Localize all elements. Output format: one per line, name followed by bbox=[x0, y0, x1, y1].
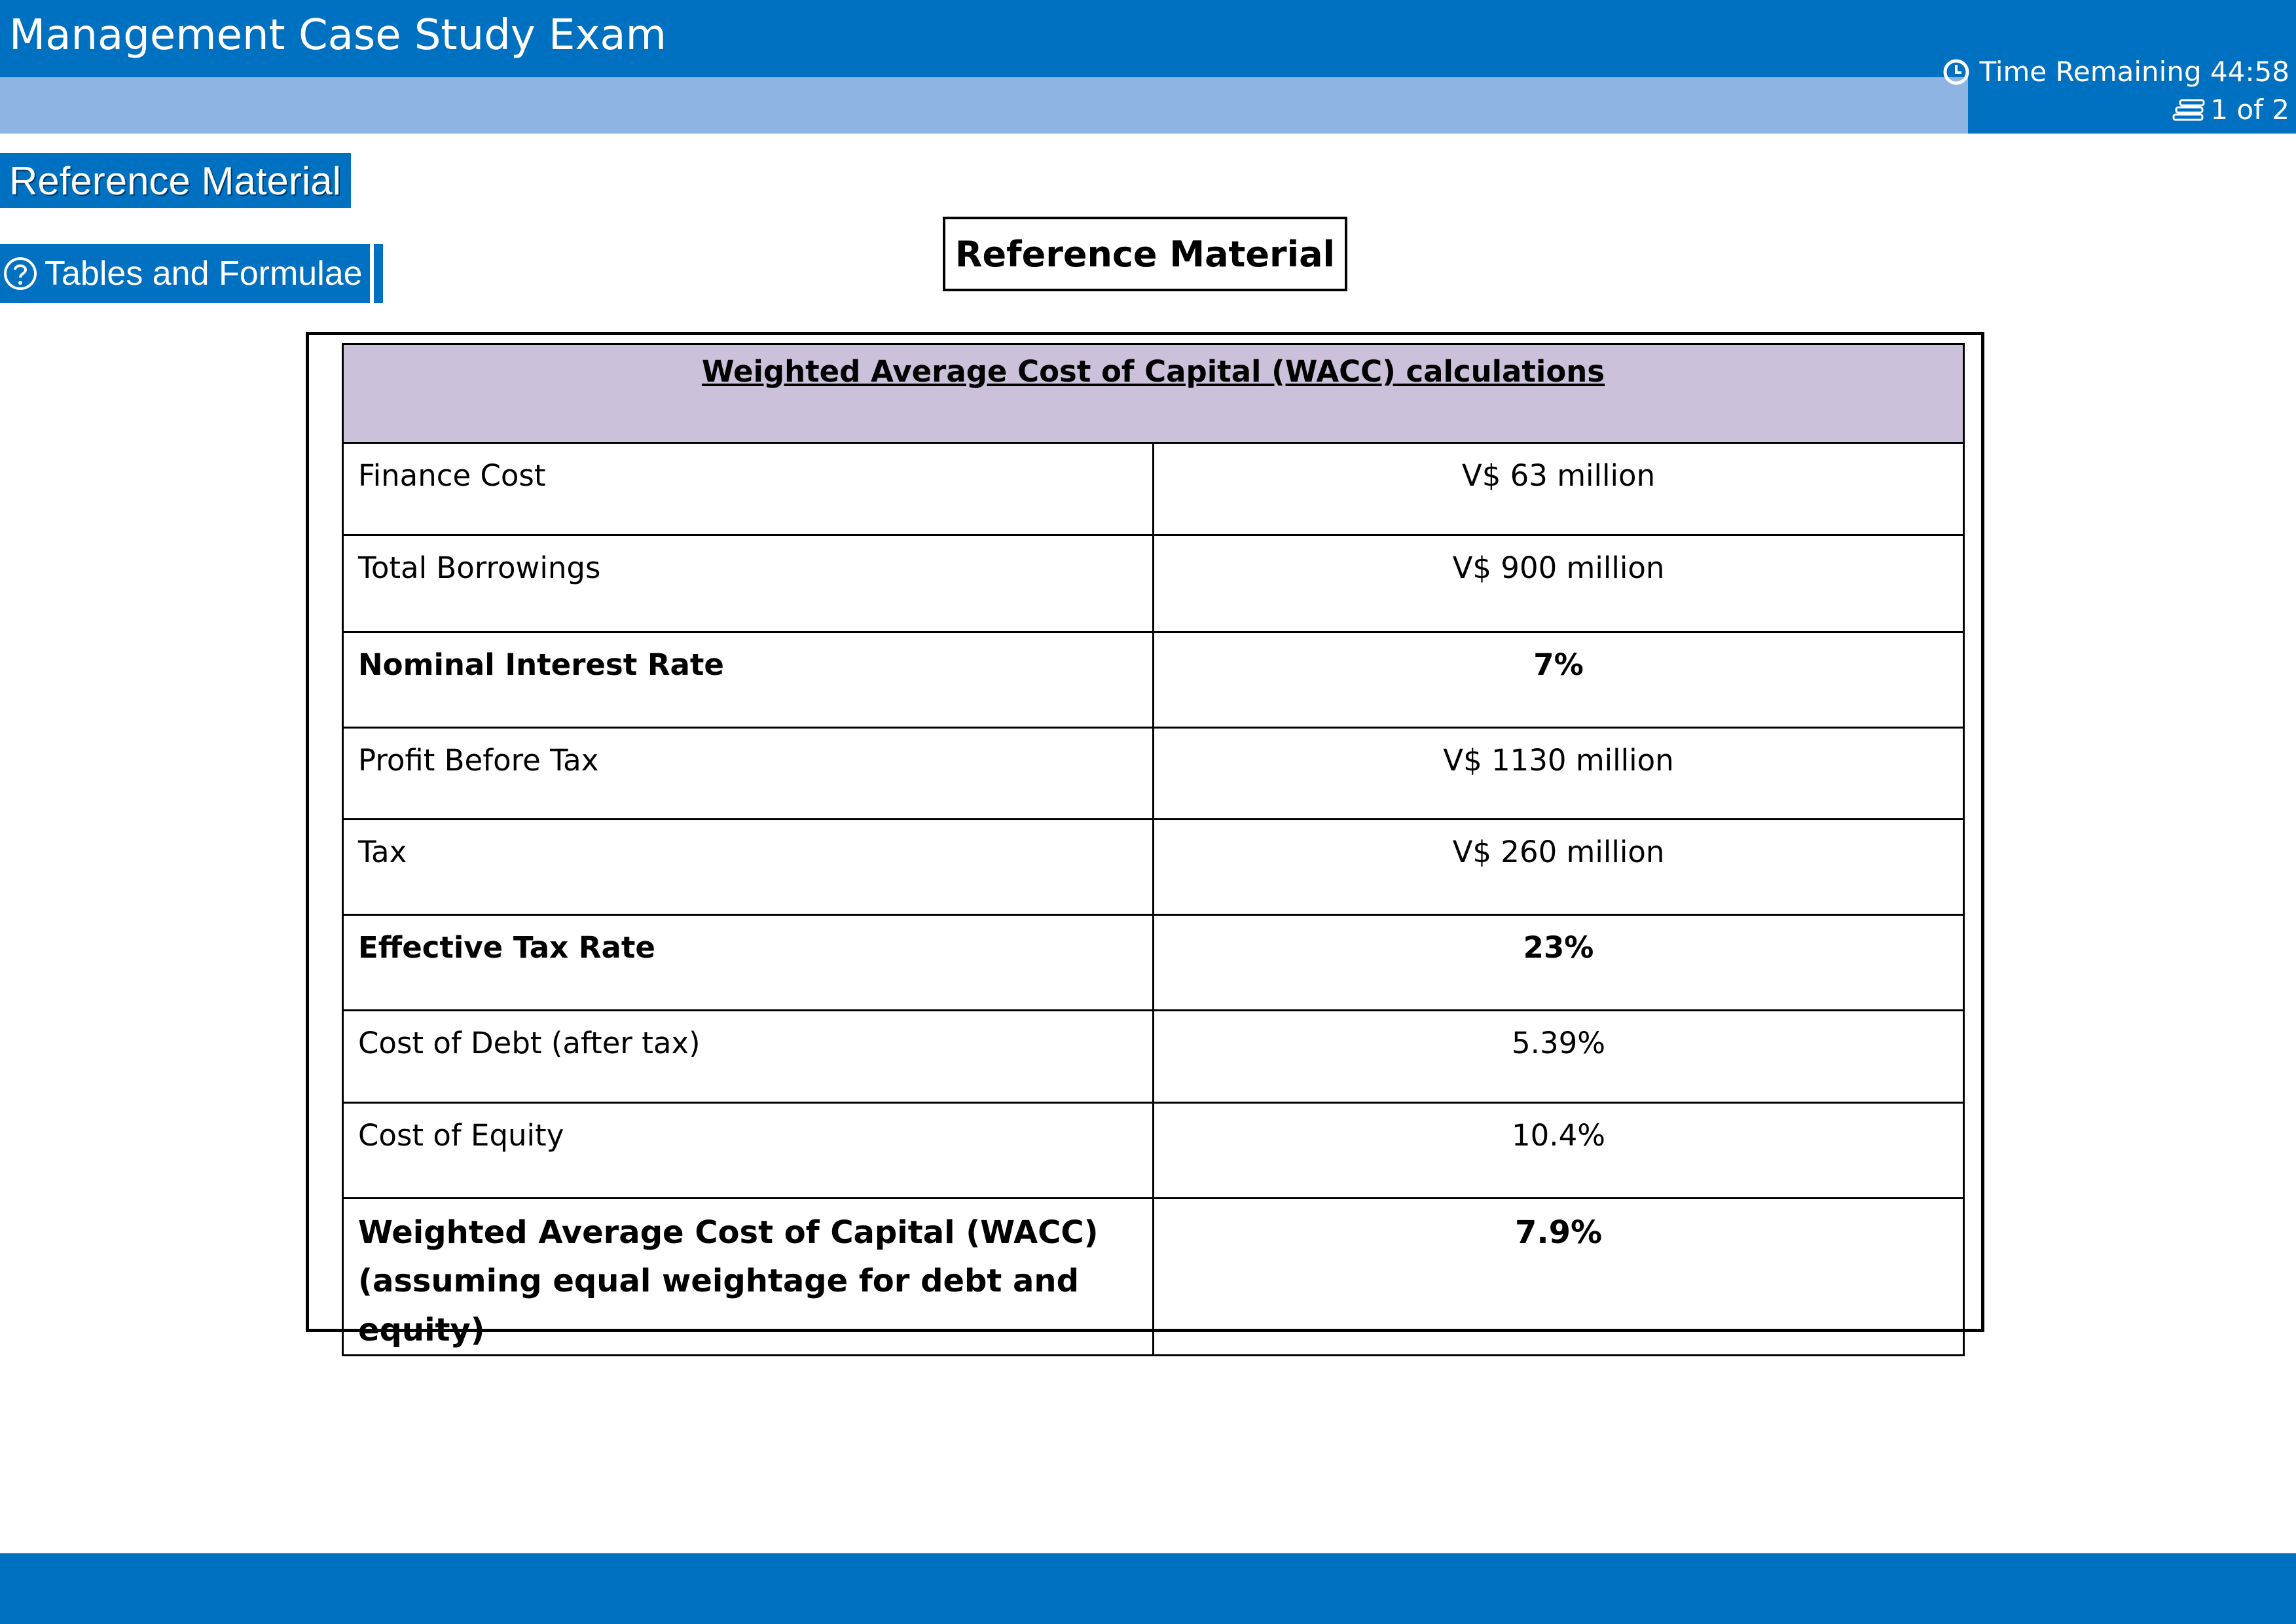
table-title: Weighted Average Cost of Capital (WACC) … bbox=[341, 343, 1965, 444]
table-header-row: Weighted Average Cost of Capital (WACC) … bbox=[341, 343, 1965, 444]
row-value: V$ 1130 million bbox=[1152, 727, 1965, 820]
row-label: Cost of Debt (after tax) bbox=[342, 1009, 1154, 1104]
clock-icon bbox=[1943, 59, 1969, 85]
row-label: Weighted Average Cost of Capital (WACC) … bbox=[342, 1197, 1154, 1357]
time-remaining: Time Remaining 44:58 bbox=[1942, 58, 2289, 86]
table-title-text: Weighted Average Cost of Capital (WACC) … bbox=[701, 354, 1605, 389]
row-value: 5.39% bbox=[1152, 1009, 1965, 1104]
timer-panel: Time Remaining 44:58 1 of 2 bbox=[1943, 49, 2296, 134]
page-heading-text: Reference Material bbox=[955, 233, 1336, 275]
row-label: Profit Before Tax bbox=[342, 727, 1154, 820]
tables-and-formulae-button[interactable]: Tables and Formulae bbox=[0, 244, 383, 303]
table-row: Effective Tax Rate 23% bbox=[342, 914, 1965, 1011]
row-label: Cost of Equity bbox=[342, 1102, 1154, 1199]
table-row: Profit Before Tax V$ 1130 million bbox=[342, 727, 1965, 820]
row-value: 7.9% bbox=[1152, 1197, 1965, 1357]
table-row: Finance Cost V$ 63 million bbox=[342, 442, 1965, 536]
row-value: V$ 260 million bbox=[1152, 818, 1965, 916]
table-row: Weighted Average Cost of Capital (WACC) … bbox=[342, 1197, 1965, 1357]
row-value: 23% bbox=[1152, 914, 1965, 1011]
button-separator bbox=[370, 244, 374, 303]
page-heading: Reference Material bbox=[943, 217, 1347, 291]
table-row: Cost of Debt (after tax) 5.39% bbox=[342, 1009, 1965, 1104]
table-row: Tax V$ 260 million bbox=[342, 818, 1965, 916]
row-label: Effective Tax Rate bbox=[342, 914, 1154, 1011]
time-remaining-text: Time Remaining 44:58 bbox=[1979, 56, 2289, 88]
row-label: Tax bbox=[342, 818, 1154, 916]
table-row: Nominal Interest Rate 7% bbox=[342, 631, 1965, 729]
table-row: Cost of Equity 10.4% bbox=[342, 1102, 1965, 1199]
pages-icon bbox=[2172, 99, 2205, 121]
page-indicator-text: 1 of 2 bbox=[2210, 94, 2289, 126]
wacc-label-line2: (assuming equal weightage for debt and e… bbox=[358, 1263, 1079, 1348]
reference-material-tab[interactable]: Reference Material bbox=[0, 153, 351, 208]
exam-title: Management Case Study Exam bbox=[9, 11, 666, 60]
page-indicator[interactable]: 1 of 2 bbox=[2172, 96, 2289, 124]
tables-and-formulae-label: Tables and Formulae bbox=[45, 255, 363, 293]
row-value: V$ 63 million bbox=[1152, 442, 1965, 536]
footer-bar bbox=[0, 1553, 2296, 1624]
help-circle-icon bbox=[4, 257, 37, 290]
row-value: V$ 900 million bbox=[1152, 534, 1965, 633]
table-row: Total Borrowings V$ 900 million bbox=[342, 534, 1965, 633]
row-label: Finance Cost bbox=[342, 442, 1154, 536]
row-label: Total Borrowings bbox=[342, 534, 1154, 633]
wacc-label-line1: Weighted Average Cost of Capital (WACC) bbox=[358, 1214, 1099, 1251]
row-label: Nominal Interest Rate bbox=[342, 631, 1154, 729]
wacc-table: Weighted Average Cost of Capital (WACC) … bbox=[341, 343, 1965, 1357]
row-value: 10.4% bbox=[1152, 1102, 1965, 1199]
row-value: 7% bbox=[1152, 631, 1965, 729]
reference-material-tab-label: Reference Material bbox=[9, 158, 341, 203]
